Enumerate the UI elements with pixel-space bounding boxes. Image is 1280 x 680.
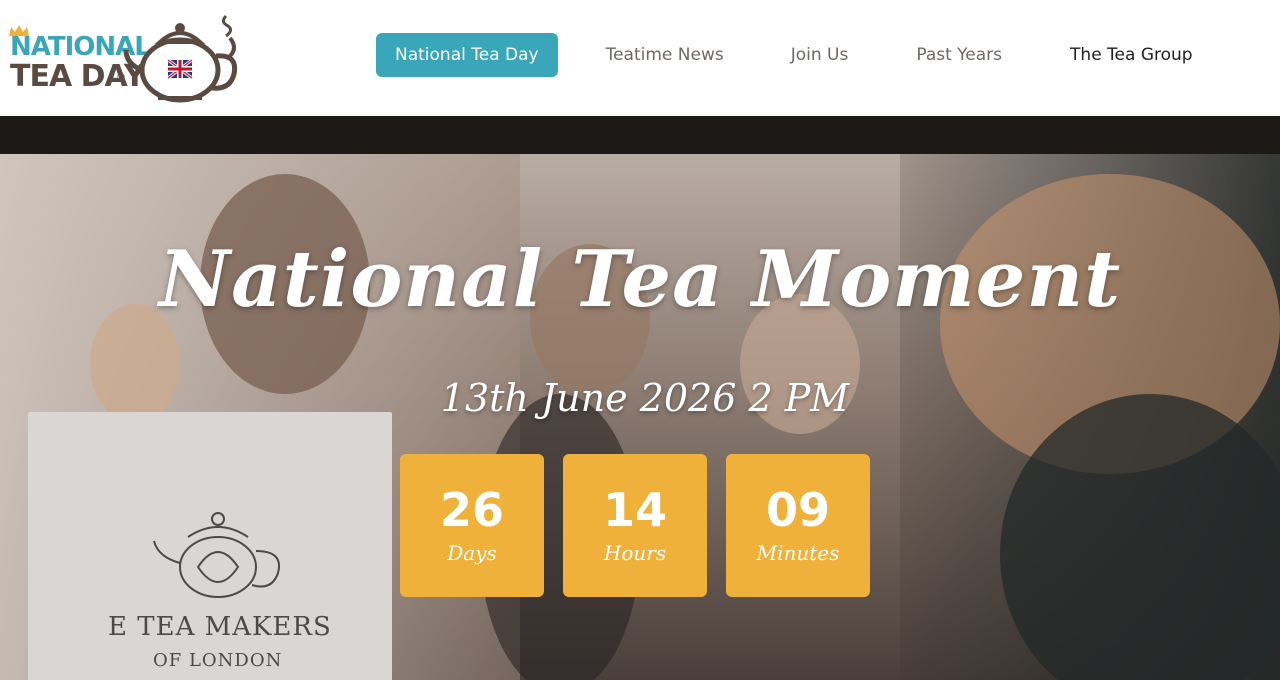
nav-the-tea-group[interactable]: The Tea Group: [1070, 33, 1193, 77]
countdown-days-label: Days: [447, 540, 497, 565]
nav-join-us[interactable]: Join Us: [791, 33, 849, 77]
tea-makers-sign: E TEA MAKERS OF LONDON: [28, 412, 392, 680]
national-tea-day-logo[interactable]: NATIONAL TEA DAY ®: [8, 8, 248, 108]
countdown-minutes-label: Minutes: [756, 540, 840, 565]
dark-band: [0, 116, 1280, 154]
countdown-hours-label: Hours: [603, 540, 667, 565]
countdown-hours-value: 14: [602, 482, 667, 537]
countdown-minutes: 09 Minutes: [726, 454, 870, 597]
countdown-hours: 14 Hours: [563, 454, 707, 597]
teapot-icon: [123, 14, 238, 103]
countdown-days: 26 Days: [400, 454, 544, 597]
nav-past-years[interactable]: Past Years: [916, 33, 1002, 77]
nav-teatime-news[interactable]: Teatime News: [606, 33, 724, 77]
hero-date: 13th June 2026 2 PM: [440, 376, 850, 420]
main-nav: National Tea Day Teatime News Join Us Pa…: [376, 33, 1193, 77]
hero-section: E TEA MAKERS OF LONDON National Tea Mome…: [0, 154, 1280, 680]
sign-text-line1: E TEA MAKERS: [108, 612, 332, 642]
countdown-minutes-value: 09: [765, 482, 830, 537]
countdown-timer: 26 Days 14 Hours 09 Minutes: [400, 454, 870, 597]
site-header: NATIONAL TEA DAY ® National Tea Day Teat…: [0, 0, 1280, 116]
nav-national-tea-day[interactable]: National Tea Day: [376, 33, 558, 77]
countdown-days-value: 26: [439, 482, 504, 537]
hero-title: National Tea Moment: [158, 234, 1122, 325]
teapot-icon: [153, 512, 280, 598]
sign-text-line2: OF LONDON: [153, 650, 283, 671]
